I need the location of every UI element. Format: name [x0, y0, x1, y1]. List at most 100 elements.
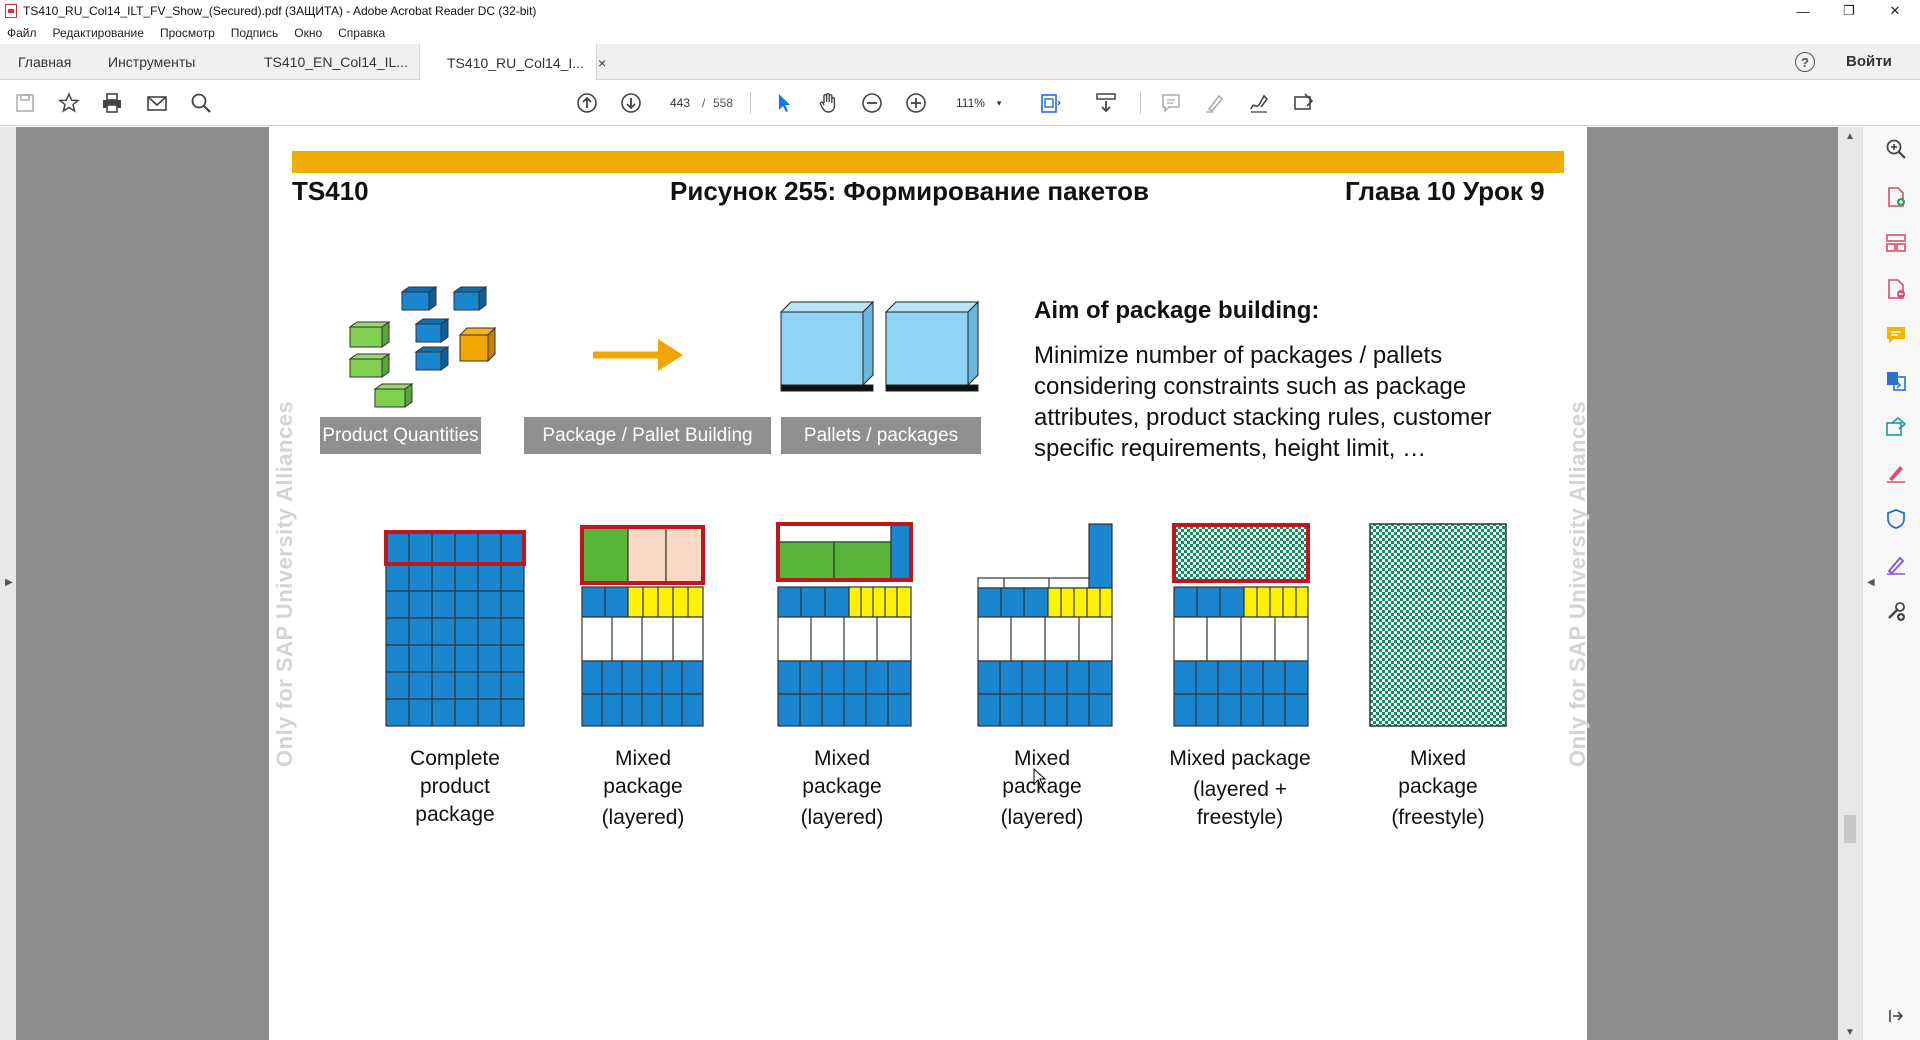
caption-line: package — [603, 775, 683, 798]
tab-close-button[interactable]: × — [598, 55, 606, 71]
vertical-scrollbar[interactable]: ▲ ▼ — [1838, 127, 1862, 1040]
caption-mixed-layered-freestyle: Mixed package (layered + freestyle) — [1145, 745, 1335, 832]
mail-icon[interactable] — [144, 90, 170, 116]
maximize-button[interactable]: ❐ — [1826, 0, 1872, 22]
zoom-value: 111% — [956, 96, 985, 110]
product-quantities-cubes — [348, 286, 497, 408]
page-up-icon[interactable] — [574, 90, 600, 116]
close-window-button[interactable]: ✕ — [1872, 0, 1918, 22]
left-pane-handle[interactable]: ▶ — [0, 127, 16, 1040]
label-package-building: Package / Pallet Building — [524, 417, 771, 454]
menu-window[interactable]: Окно — [294, 26, 322, 40]
menu-edit[interactable]: Редактирование — [53, 26, 144, 40]
caption-mixed-layered-2: Mixed package (layered) — [757, 745, 927, 832]
menu-sign[interactable]: Подпись — [231, 26, 279, 40]
package-mixed-layered-2 — [776, 522, 913, 727]
caption-line: (layered) — [800, 806, 884, 829]
label-pallets-packages: Pallets / packages — [781, 417, 981, 454]
send-icon[interactable] — [1883, 414, 1909, 440]
caption-line: Mixed — [614, 747, 672, 770]
toolbar-divider — [750, 92, 751, 114]
package-mixed-freestyle — [1369, 523, 1507, 727]
caption-line: package — [1398, 775, 1478, 798]
pallet-boxes — [779, 300, 980, 392]
pdf-page: TS410 Рисунок 255: Формирование пакетов … — [269, 127, 1590, 1040]
caption-line: Mixed — [813, 747, 871, 770]
organize-icon[interactable] — [1883, 230, 1909, 256]
caption-line: Complete — [410, 747, 500, 770]
caption-mixed-layered-1: Mixed package (layered) — [558, 745, 728, 832]
select-cursor-icon[interactable] — [771, 90, 797, 116]
tab-tools[interactable]: Инструменты — [108, 44, 195, 80]
acrobat-icon — [5, 4, 17, 18]
zoom-tool-icon[interactable] — [1883, 136, 1909, 162]
scroll-up-icon[interactable]: ▲ — [1845, 131, 1855, 142]
hide-pane-icon[interactable] — [1883, 1003, 1909, 1029]
zoom-select[interactable]: 111% ▾ — [950, 90, 1012, 116]
save-icon[interactable] — [12, 90, 38, 116]
aim-title: Aim of package building: — [1034, 297, 1320, 324]
export-pdf-icon[interactable] — [1883, 276, 1909, 302]
page-down-icon[interactable] — [618, 90, 644, 116]
mouse-cursor-icon — [1033, 768, 1047, 788]
scroll-mode-icon[interactable] — [1093, 90, 1119, 116]
sign-icon[interactable] — [1246, 90, 1272, 116]
caption-line: (layered) — [1000, 806, 1084, 829]
scroll-down-icon[interactable]: ▼ — [1845, 1027, 1855, 1038]
caption-line: package — [415, 803, 495, 826]
tab-doc-ru-label: TS410_RU_Col14_I... — [447, 54, 584, 71]
fill-sign-icon[interactable] — [1883, 460, 1909, 486]
minimize-button[interactable]: — — [1780, 0, 1826, 22]
comment-icon[interactable] — [1158, 90, 1184, 116]
package-complete — [384, 530, 526, 727]
pen-icon[interactable] — [1883, 552, 1909, 578]
tab-doc-en[interactable]: TS410_EN_Col14_IL... — [264, 44, 408, 80]
package-mixed-layered-3 — [977, 523, 1113, 727]
help-icon[interactable]: ? — [1795, 52, 1815, 72]
arrow-icon — [593, 339, 683, 371]
window-title: TS410_RU_Col14_ILT_FV_Show_(Secured).pdf… — [23, 4, 537, 18]
tab-bar: Главная Инструменты TS410_EN_Col14_IL...… — [0, 44, 1920, 81]
signin-button[interactable]: Войти — [1846, 53, 1892, 70]
caption-line: (layered) — [601, 806, 685, 829]
create-pdf-icon[interactable] — [1883, 184, 1909, 210]
zoom-in-icon[interactable] — [903, 90, 929, 116]
page-total: 558 — [713, 96, 734, 110]
protect-icon[interactable] — [1883, 506, 1909, 532]
aim-body: Minimize number of packages / pallets co… — [1034, 342, 1492, 462]
caption-line: product — [419, 775, 491, 798]
menu-view[interactable]: Просмотр — [160, 26, 215, 40]
comment-tool-icon[interactable] — [1883, 322, 1909, 348]
highlight-icon[interactable] — [1202, 90, 1228, 116]
more-tools-icon[interactable] — [1883, 598, 1909, 624]
caption-line: (layered + — [1193, 778, 1287, 801]
search-icon[interactable] — [188, 90, 214, 116]
package-building-figure — [348, 286, 1507, 727]
combine-icon[interactable] — [1883, 368, 1909, 394]
page-number-input[interactable]: 443 — [660, 90, 700, 116]
chevron-down-icon: ▾ — [996, 97, 1002, 108]
scroll-thumb[interactable] — [1844, 815, 1856, 843]
tab-home[interactable]: Главная — [18, 44, 71, 80]
star-icon[interactable] — [56, 90, 82, 116]
zoom-out-icon[interactable] — [859, 90, 885, 116]
caption-line: (freestyle) — [1391, 806, 1485, 829]
fit-page-icon[interactable] — [1037, 90, 1063, 116]
collapse-pane-icon[interactable]: ◀ — [1867, 577, 1875, 588]
menu-file[interactable]: Файл — [7, 26, 37, 40]
caption-line: freestyle) — [1196, 806, 1284, 829]
print-icon[interactable] — [99, 90, 125, 116]
package-mixed-layered-1 — [580, 525, 705, 727]
hand-icon[interactable] — [815, 90, 841, 116]
caption-line: Mixed package — [1169, 747, 1311, 770]
caption-mixed-freestyle: Mixed package (freestyle) — [1353, 745, 1523, 832]
caption-line: Mixed — [1409, 747, 1467, 770]
tab-doc-ru[interactable]: TS410_RU_Col14_I... × — [419, 44, 606, 81]
caption-mixed-layered-3: Mixed package (layered) — [957, 745, 1127, 832]
caption-line: Mixed — [1013, 747, 1071, 770]
menu-help[interactable]: Справка — [338, 26, 385, 40]
tools-pane: ◀ — [1862, 127, 1920, 1040]
title-bar: TS410_RU_Col14_ILT_FV_Show_(Secured).pdf… — [0, 0, 1920, 22]
label-product-quantities: Product Quantities — [320, 417, 481, 454]
read-mode-icon[interactable] — [1290, 90, 1316, 116]
